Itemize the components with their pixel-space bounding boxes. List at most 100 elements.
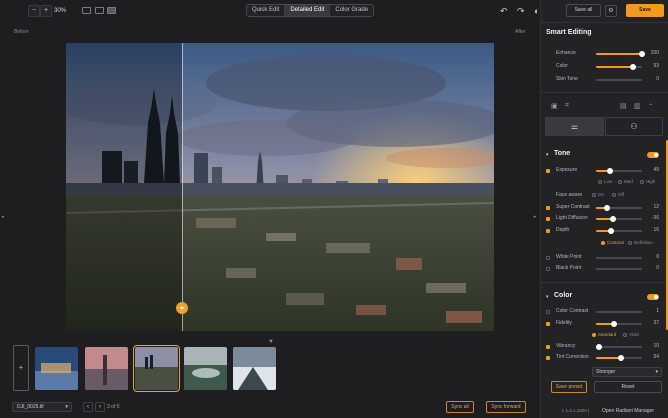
reset-history-icon[interactable]: ◐ <box>534 5 539 17</box>
depth-label: Depth <box>556 227 570 233</box>
tint-correction-slider-knob[interactable] <box>618 355 624 361</box>
definition-mode-radio[interactable]: Definition <box>628 240 653 245</box>
layers-icon[interactable]: ▤ <box>620 102 627 110</box>
black-point-checkbox[interactable] <box>546 267 550 271</box>
filmstrip-collapse-icon[interactable]: ▼ <box>268 339 274 345</box>
contrast-mode-radio[interactable]: Contrast <box>601 240 624 245</box>
add-image-button[interactable]: + <box>13 345 29 391</box>
fidelity-value[interactable]: 37 <box>643 320 659 326</box>
super-contrast-slider[interactable] <box>596 205 642 211</box>
fidelity-slider-knob[interactable] <box>611 321 617 327</box>
vibrancy-value[interactable]: 10 <box>643 343 659 349</box>
light-diffusion-value[interactable]: -36 <box>643 215 659 221</box>
color-contrast-value[interactable]: 1 <box>643 308 659 314</box>
previous-image-button[interactable]: ‹ <box>83 402 93 412</box>
image-icon[interactable]: ▣ <box>551 102 558 110</box>
export-settings-icon[interactable]: ⚙ <box>605 5 617 17</box>
photo-canvas[interactable]: ◂▸ <box>66 43 494 331</box>
super-contrast-value[interactable]: 12 <box>643 204 659 210</box>
tint-correction-slider[interactable] <box>596 355 642 361</box>
fidelity-vivid-radio[interactable]: Vivid <box>623 332 639 337</box>
filmstrip-thumbnail-1[interactable] <box>35 347 78 390</box>
reset-button[interactable]: Reset <box>594 381 662 393</box>
tab-presets[interactable]: ⚇ <box>605 117 663 136</box>
zoom-out-button[interactable]: − <box>28 5 40 17</box>
light-diffusion-slider[interactable] <box>596 216 642 222</box>
black-point-value[interactable]: 0 <box>643 265 659 271</box>
color-contrast-checkbox[interactable] <box>546 310 550 314</box>
skin-tone-value[interactable]: 0 <box>643 76 659 82</box>
vibrancy-slider-knob[interactable] <box>596 344 602 350</box>
before-after-divider[interactable] <box>182 43 183 331</box>
face-aware-high-radio[interactable]: High <box>640 179 655 184</box>
depth-slider-knob[interactable] <box>608 228 614 234</box>
mask-icon[interactable]: ▥ <box>634 102 641 110</box>
face-aware-low-radio[interactable]: Low <box>598 179 612 184</box>
filmstrip-thumbnail-3-selected[interactable] <box>133 345 180 392</box>
white-point-slider[interactable] <box>596 257 642 259</box>
open-manager-link[interactable]: Open Radiant Manager <box>602 408 654 414</box>
tone-toggle[interactable] <box>647 152 659 158</box>
color-value[interactable]: 93 <box>643 63 659 69</box>
tab-color-grade[interactable]: Color Grade <box>330 5 373 16</box>
side-by-side-view-icon[interactable] <box>107 7 116 14</box>
tab-quick-edit[interactable]: Quick Edit <box>247 5 286 16</box>
face-aware-med-radio[interactable]: Med <box>618 179 633 184</box>
super-contrast-checkbox[interactable] <box>546 206 550 210</box>
filmstrip-thumbnail-2[interactable] <box>85 347 128 390</box>
enhance-value[interactable]: 100 <box>643 50 659 56</box>
sync-all-button[interactable]: Sync all <box>446 401 474 413</box>
depth-slider[interactable] <box>596 228 642 234</box>
exposure-checkbox[interactable] <box>546 169 550 173</box>
depth-checkbox[interactable] <box>546 229 550 233</box>
white-point-checkbox[interactable] <box>546 256 550 260</box>
tone-collapse-icon[interactable]: ▾ <box>546 152 549 158</box>
save-preset-button[interactable]: Save preset <box>551 381 587 393</box>
filmstrip-thumbnail-4[interactable] <box>184 347 227 390</box>
file-name-dropdown[interactable]: DJI_0025.tif ▾ <box>12 402 72 412</box>
tint-correction-checkbox[interactable] <box>546 356 550 360</box>
right-panel-toggle-icon[interactable]: ◂ <box>533 214 536 220</box>
white-point-value[interactable]: 0 <box>643 254 659 260</box>
save-all-button[interactable]: Save all <box>566 4 601 17</box>
black-point-slider[interactable] <box>596 268 642 270</box>
tab-adjustments[interactable]: ⚌ <box>545 117 604 136</box>
crop-icon[interactable]: ⌗ <box>565 102 569 110</box>
color-collapse-icon[interactable]: ▾ <box>546 294 549 300</box>
exposure-slider[interactable] <box>596 168 642 174</box>
light-diffusion-checkbox[interactable] <box>546 217 550 221</box>
tab-detailed-edit[interactable]: Detailed Edit <box>285 5 331 16</box>
color-contrast-slider[interactable] <box>596 311 642 313</box>
left-panel-toggle-icon[interactable]: ▸ <box>2 214 5 220</box>
exposure-slider-knob[interactable] <box>607 168 613 174</box>
save-button[interactable]: Save <box>626 4 664 17</box>
single-view-icon[interactable] <box>82 7 91 14</box>
exposure-value[interactable]: 49 <box>643 167 659 173</box>
sync-forward-button[interactable]: Sync forward <box>486 401 526 413</box>
split-handle-icon[interactable]: ◂▸ <box>176 302 188 314</box>
color-slider-knob[interactable] <box>630 64 636 70</box>
filmstrip-thumbnail-5[interactable] <box>233 347 276 390</box>
strength-dropdown[interactable]: Stronger ▾ <box>592 367 662 377</box>
history-icon[interactable]: ◔ <box>648 102 652 109</box>
fidelity-checkbox[interactable] <box>546 322 550 326</box>
face-aware-on-radio[interactable]: On <box>592 192 604 197</box>
vibrancy-checkbox[interactable] <box>546 345 550 349</box>
light-diffusion-slider-knob[interactable] <box>610 216 616 222</box>
fidelity-standard-radio[interactable]: Standard <box>592 332 616 337</box>
face-aware-off-radio[interactable]: Off <box>612 192 624 197</box>
split-view-icon[interactable] <box>95 7 104 14</box>
skin-tone-slider[interactable] <box>596 79 642 81</box>
zoom-in-button[interactable]: + <box>40 5 52 17</box>
redo-icon[interactable]: ↷ <box>517 5 525 17</box>
super-contrast-slider-knob[interactable] <box>604 205 610 211</box>
vibrancy-slider[interactable] <box>596 344 642 350</box>
next-image-button[interactable]: › <box>95 402 105 412</box>
color-toggle[interactable] <box>647 294 659 300</box>
color-slider[interactable] <box>596 64 642 70</box>
fidelity-slider[interactable] <box>596 321 642 327</box>
depth-value[interactable]: 16 <box>643 227 659 233</box>
tint-correction-value[interactable]: 54 <box>643 354 659 360</box>
enhance-slider[interactable] <box>596 51 645 57</box>
undo-icon[interactable]: ↶ <box>500 5 508 17</box>
